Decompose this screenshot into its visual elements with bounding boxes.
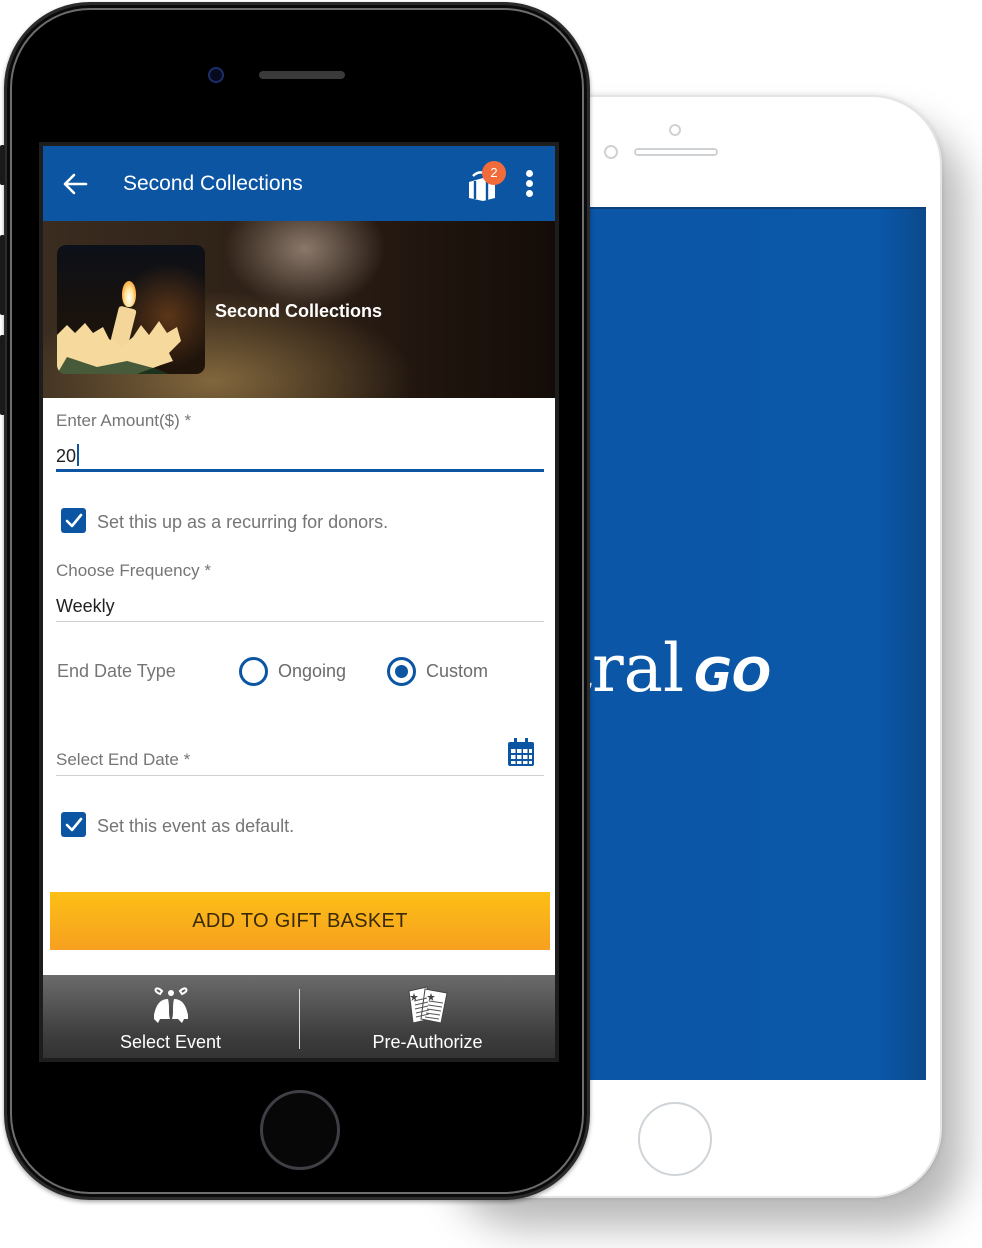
calendar-icon[interactable]: [507, 737, 535, 767]
basket-count-badge: 2: [482, 161, 506, 185]
recurring-checkbox[interactable]: [61, 508, 86, 533]
amount-input-underline: [56, 469, 544, 472]
end-date-underline: [56, 775, 544, 776]
arrow-left-icon[interactable]: [61, 170, 89, 198]
home-button: [638, 1102, 712, 1176]
custom-radio[interactable]: [387, 657, 416, 686]
default-event-label: Set this event as default.: [97, 816, 295, 836]
tab-select-event[interactable]: Select Event: [43, 975, 298, 1058]
checkmark-icon: [65, 817, 83, 832]
lotus-shape: [57, 321, 181, 374]
frequency-label: Choose Frequency *: [56, 561, 211, 580]
front-camera: [669, 124, 681, 136]
logo-go: GO: [694, 648, 771, 702]
documents-icon: [407, 986, 448, 1024]
end-date-type-label: End Date Type: [57, 661, 176, 681]
volume-up-button: [0, 235, 5, 315]
page-title: Second Collections: [123, 172, 303, 195]
default-event-checkbox[interactable]: [61, 812, 86, 837]
more-vertical-icon[interactable]: [523, 170, 535, 200]
tab-select-event-label: Select Event: [119, 1032, 222, 1052]
earpiece-speaker: [634, 148, 718, 156]
event-title: Second Collections: [215, 301, 383, 321]
app-bar: Second Collections 2: [43, 146, 555, 221]
text-cursor: [77, 444, 80, 466]
app-screen: Second Collections 2 Second Collections: [39, 142, 559, 1062]
custom-label: Custom: [426, 661, 489, 681]
frequency-select[interactable]: Weekly: [56, 596, 115, 617]
foreground-phone: Second Collections 2 Second Collections: [0, 2, 590, 1200]
ongoing-radio[interactable]: [239, 657, 268, 686]
recurring-label: Set this up as a recurring for donors.: [97, 512, 389, 532]
volume-down-button: [0, 335, 5, 415]
event-header: Second Collections: [43, 221, 555, 398]
ongoing-label: Ongoing: [278, 661, 347, 681]
amount-input[interactable]: 20: [56, 444, 80, 467]
event-thumbnail: [57, 245, 205, 374]
bells-icon: [153, 987, 188, 1023]
front-camera: [208, 67, 224, 83]
proximity-sensor: [604, 145, 618, 159]
end-date-input[interactable]: Select End Date *: [56, 750, 190, 770]
earpiece-speaker: [259, 71, 345, 79]
home-button: [260, 1090, 340, 1170]
frequency-underline: [56, 621, 544, 622]
splash-screen: rive entralGO: [532, 207, 926, 1080]
flame-shape: [122, 281, 136, 307]
tab-pre-authorize[interactable]: Pre-Authorize: [300, 975, 555, 1058]
amount-value: 20: [56, 446, 77, 466]
mute-switch: [0, 145, 5, 185]
tab-pre-authorize-label: Pre-Authorize: [372, 1032, 483, 1052]
checkmark-icon: [65, 513, 83, 528]
bottom-nav: Select Event Pre-Authorize: [43, 975, 555, 1058]
add-to-gift-basket-button[interactable]: ADD TO GIFT BASKET: [50, 892, 550, 950]
amount-label: Enter Amount($) *: [56, 411, 192, 430]
